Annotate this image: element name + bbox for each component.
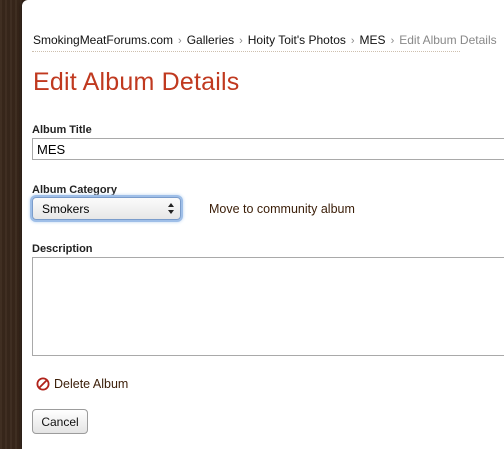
delete-album-label: Delete Album	[54, 377, 129, 391]
no-entry-icon	[36, 377, 50, 391]
breadcrumb-current: Edit Album Details	[399, 33, 497, 47]
breadcrumb: SmokingMeatForums.com › Galleries › Hoity To…	[33, 33, 497, 47]
page-title: Edit Album Details	[33, 68, 240, 96]
move-to-community-link[interactable]: Move to community album	[209, 202, 355, 216]
breadcrumb-item-user-photos[interactable]: Hoity Toit's Photos	[248, 33, 346, 47]
breadcrumb-separator: ›	[239, 35, 243, 47]
album-title-label: Album Title	[32, 124, 92, 136]
breadcrumb-item-site[interactable]: SmokingMeatForums.com	[33, 33, 173, 47]
cancel-button[interactable]: Cancel	[32, 409, 88, 434]
description-textarea[interactable]	[32, 257, 504, 356]
breadcrumb-item-galleries[interactable]: Galleries	[187, 33, 234, 47]
breadcrumb-separator: ›	[178, 35, 182, 47]
breadcrumb-separator: ›	[350, 35, 355, 47]
content-panel: SmokingMeatForums.com › Galleries › Hoity To…	[22, 0, 504, 449]
album-title-input[interactable]	[32, 138, 504, 160]
album-category-select[interactable]: Smokers	[32, 197, 181, 220]
breadcrumb-divider	[32, 51, 460, 52]
description-label: Description	[32, 243, 93, 255]
breadcrumb-separator: ›	[390, 35, 395, 47]
album-category-value: Smokers	[42, 202, 90, 216]
updown-arrows-icon	[168, 203, 174, 214]
breadcrumb-item-album[interactable]: MES	[360, 33, 386, 47]
album-category-label: Album Category	[32, 184, 117, 196]
